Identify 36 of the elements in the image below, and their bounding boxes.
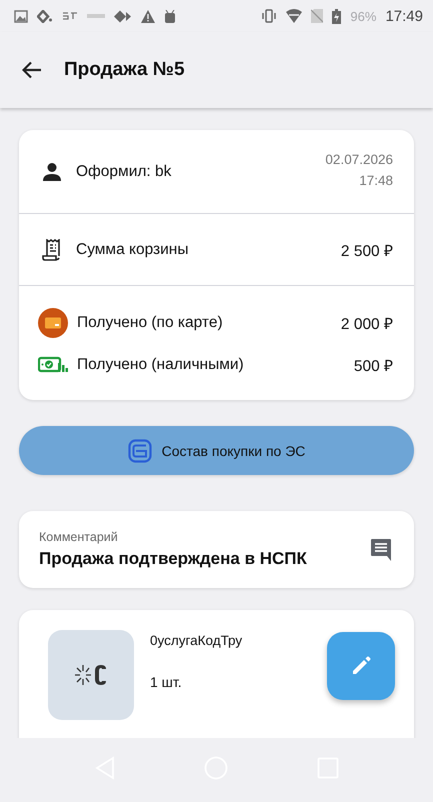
strip-icon <box>87 13 105 19</box>
battery-percent: 96% <box>350 8 376 24</box>
item-name: 0услугаКодТру <box>150 633 242 648</box>
pencil-icon <box>351 656 371 676</box>
edit-button[interactable] <box>327 632 395 700</box>
comment-label: Комментарий <box>39 530 119 544</box>
sale-date: 02.07.2026 <box>325 152 393 167</box>
diamond-arrow-icon <box>114 10 132 22</box>
screen-title: Продажа №5 <box>64 59 185 81</box>
diamond-icon <box>37 10 53 22</box>
image-icon <box>14 10 28 22</box>
service-icon <box>73 663 109 687</box>
payment-amount: 2 000 ₽ <box>340 315 393 334</box>
vibrate-icon <box>261 9 278 23</box>
item-quantity: 1 шт. <box>150 674 183 690</box>
author-label: Оформил: bk <box>76 162 172 180</box>
card-payment-icon <box>38 308 68 338</box>
no-sim-icon <box>311 9 324 23</box>
back-arrow-icon <box>22 61 42 79</box>
comment-icon <box>370 538 392 562</box>
comment-text: Продажа подтверждена в НСПК <box>39 549 307 569</box>
payment-label: Получено (наличными) <box>77 356 245 374</box>
person-icon <box>42 162 62 182</box>
warning-icon <box>141 10 155 22</box>
payment-amount: 500 ₽ <box>354 357 393 376</box>
sale-time: 17:48 <box>359 173 393 188</box>
receipt-icon <box>42 238 62 260</box>
cart-total-label: Сумма корзины <box>76 240 190 258</box>
battery-charging-icon <box>332 8 342 24</box>
cart-total-amount: 2 500 ₽ <box>340 242 393 260</box>
wifi-icon <box>286 9 302 23</box>
back-button[interactable] <box>22 61 42 79</box>
cash-icon <box>38 356 68 374</box>
clock: 17:49 <box>385 8 423 24</box>
payment-label: Получено (по карте) <box>77 314 224 332</box>
purchase-composition-button[interactable]: Состав покупки по ЭС <box>19 426 414 475</box>
